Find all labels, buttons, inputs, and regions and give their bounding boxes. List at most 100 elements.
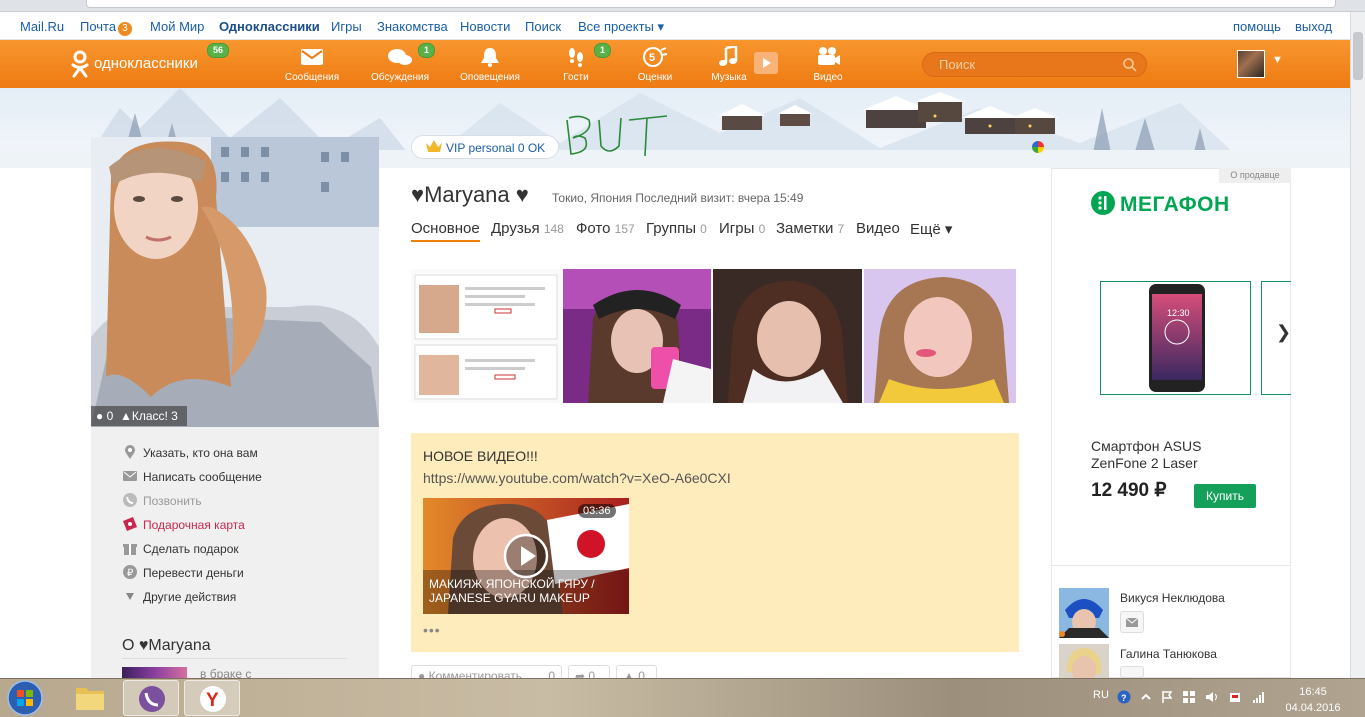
nav-link-moimir[interactable]: Мой Мир [150,19,204,34]
svg-text:₽: ₽ [127,568,134,579]
help-circle-icon[interactable]: ? [1117,690,1131,704]
taskbar-viber[interactable] [123,680,179,716]
tab-main[interactable]: Основное [411,220,480,242]
tray-time: 16:45 [1299,686,1327,698]
action-gift-card[interactable]: Подарочная карта [123,517,245,535]
taskbar-explorer[interactable] [62,680,118,716]
search-icon[interactable] [1122,57,1138,73]
windows-start-icon[interactable] [6,680,44,716]
photo-thumb-1-image [411,269,561,403]
action-write-message[interactable]: Написать сообщение [123,469,262,487]
chevron-right-icon[interactable]: ❯ [1276,322,1291,343]
video-title[interactable]: МАКИЯЖ ЯПОНСКОЙ ГЯРУ / JAPANESE GYARU MA… [429,577,625,605]
friend-avatar-image [1059,588,1109,638]
post-title: НОВОЕ ВИДЕО!!! [423,448,538,464]
friend-avatar[interactable] [1059,644,1109,678]
video-camera-icon [818,47,840,65]
address-bar[interactable] [86,0,1336,8]
photo-thumb-3[interactable] [713,269,862,403]
tab-games[interactable]: Игры 0 [719,220,765,237]
nav-link-all-projects[interactable]: Все проекты ▾ [578,19,664,35]
megafon-logo[interactable]: МЕГАФОН [1090,190,1230,217]
action-write-message-label: Написать сообщение [143,470,262,484]
play-icon[interactable] [503,533,549,579]
friend-name[interactable]: Галина Танюкова [1120,647,1217,661]
action-other[interactable]: Другие действия [123,589,236,607]
tab-groups[interactable]: Группы 0 [646,220,707,237]
action-make-gift[interactable]: Сделать подарок [123,541,239,559]
photo-klass-label[interactable]: Класс! 3 [132,409,178,423]
ad-buy-button[interactable]: Купить [1194,484,1256,508]
action-call[interactable]: Позвонить [123,493,202,511]
nav-ratings[interactable]: 5 Оценки [615,46,695,83]
help-link[interactable]: помощь [1233,19,1281,34]
volume-icon[interactable] [1205,690,1219,704]
footprints-icon [569,48,583,67]
nav-link-mailru[interactable]: Mail.Ru [20,19,64,34]
about-divider [122,658,347,659]
page-scrollbar[interactable] [1350,12,1365,678]
scrollbar-thumb[interactable] [1353,32,1363,80]
nav-link-mail-label: Почта [80,19,117,34]
tab-notes[interactable]: Заметки 7 [776,220,844,237]
photo-thumb-1[interactable] [411,269,561,403]
nav-link-odnoklassniki[interactable]: Одноклассники [219,19,320,34]
tray-flag-icon[interactable] [1160,690,1174,704]
ok-logo-icon [71,50,89,78]
chevron-down-icon[interactable]: ▼ [1272,54,1283,66]
tab-more-label: Ещё ▾ [910,221,953,238]
music-play-icon[interactable] [754,52,778,74]
nav-messages[interactable]: Сообщения [272,46,352,83]
about-spouse-thumb[interactable] [122,667,187,678]
ad-product-card[interactable]: 12:30 [1100,281,1251,395]
ad-seller-link[interactable]: О продавце [1219,168,1291,183]
photo-thumb-2[interactable] [563,269,711,403]
tab-photos[interactable]: Фото 157 [576,220,635,237]
ok-logo[interactable]: одноклассники [70,50,198,78]
action-transfer-money[interactable]: ₽ Перевести деньги [123,565,244,583]
nav-link-mail[interactable]: Почта 3 [80,19,132,36]
tray-expand-icon[interactable] [1139,690,1153,704]
action-specify-relation[interactable]: Указать, кто она вам [123,445,258,463]
taskbar-yandex-browser[interactable]: Y [184,680,240,716]
friend-message-button[interactable] [1120,666,1144,678]
post-url[interactable]: https://www.youtube.com/watch?v=XeO-A6e0… [423,470,731,486]
tray-language[interactable]: RU [1093,689,1109,701]
friend-message-button[interactable] [1120,611,1144,633]
ad-product-name[interactable]: Смартфон ASUS ZenFone 2 Laser [1091,438,1231,472]
nav-link-search[interactable]: Поиск [525,19,561,34]
gift-icon [123,544,137,555]
power-plug-icon[interactable] [1228,690,1242,704]
photo-comments-count[interactable]: 0 [107,409,114,423]
tab-notes-label: Заметки [776,220,834,237]
nav-link-news[interactable]: Новости [460,19,510,34]
friend-name[interactable]: Викуся Неклюдова [1120,591,1225,605]
user-avatar[interactable] [1237,50,1265,78]
profile-photo[interactable] [91,137,379,427]
online-indicator [1059,631,1065,637]
friend-avatar[interactable] [1059,588,1109,638]
tray-window-icon[interactable] [1182,690,1196,704]
nav-link-dating[interactable]: Знакомства [377,19,448,34]
nav-video-label: Видео [813,72,843,83]
profile-photo-image [91,137,379,427]
tray-clock[interactable]: 16:45 04.04.2016 [1283,684,1343,716]
logout-link[interactable]: выход [1295,19,1332,34]
network-signal-icon[interactable] [1252,690,1266,704]
nav-messages-label: Сообщения [284,72,340,83]
tab-more[interactable]: Ещё ▾ [910,220,952,238]
nav-link-games[interactable]: Игры [331,19,362,34]
music-note-icon [719,46,738,66]
photo-thumb-2-image [563,269,711,403]
tab-friends[interactable]: Друзья 148 [491,220,564,237]
photo-thumb-4[interactable] [864,269,1016,403]
tab-video[interactable]: Видео [856,220,900,237]
search-input[interactable]: Поиск [922,52,1147,77]
post-more-button[interactable]: ••• [423,622,441,638]
profile-name: ♥Maryana ♥ [411,182,529,207]
theme-color-icon[interactable] [1032,141,1044,153]
tab-games-count: 0 [758,222,766,236]
nav-notifications[interactable]: Оповещения [450,46,530,83]
nav-video[interactable]: Видео [788,46,868,83]
gift-card-icon [123,517,137,531]
